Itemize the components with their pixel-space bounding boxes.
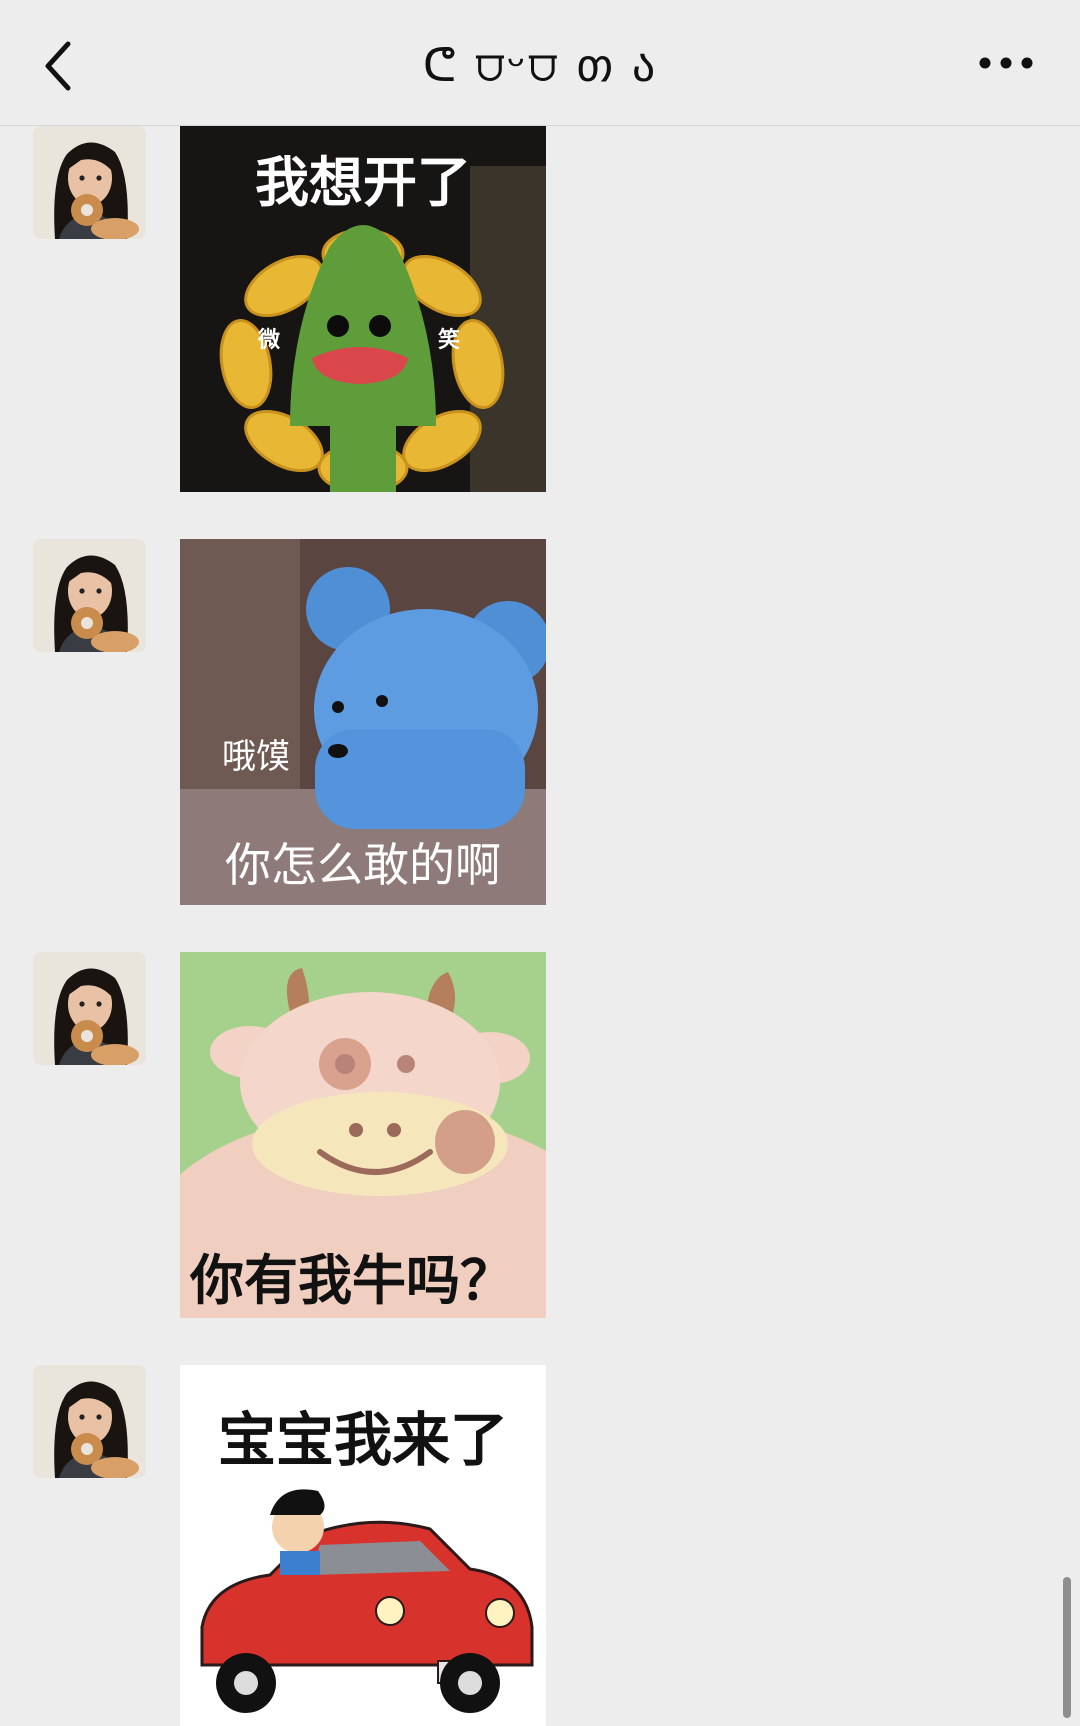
- avatar[interactable]: [33, 126, 146, 239]
- sticker-caption: 你有我牛吗？: [190, 1249, 514, 1312]
- sticker-image[interactable]: 宝宝我来了: [180, 1365, 546, 1726]
- sticker-image[interactable]: 哦馍 你怎么敢的啊: [180, 539, 546, 905]
- sticker-caption: 哦馍: [222, 737, 290, 777]
- sticker-caption: 笑: [438, 328, 461, 353]
- sticker-image[interactable]: 我想开了 微 笑: [180, 126, 546, 492]
- sticker-caption: 宝宝我来了: [217, 1406, 508, 1474]
- scrollbar[interactable]: [1063, 1577, 1071, 1718]
- avatar[interactable]: [33, 539, 146, 652]
- chat-title: ᕦ ⩌ᵕ⩌ თ ა: [422, 38, 658, 92]
- sticker-image[interactable]: 你有我牛吗？: [180, 952, 546, 1318]
- sticker-caption: 你怎么敢的啊: [225, 838, 501, 892]
- sticker-caption: 微: [258, 328, 281, 353]
- avatar[interactable]: [33, 1365, 146, 1478]
- more-dots-icon: [979, 57, 1033, 69]
- sticker-caption: 我想开了: [255, 151, 471, 214]
- avatar[interactable]: [33, 952, 146, 1065]
- more-options-button[interactable]: [976, 48, 1036, 78]
- chat-header: ᕦ ⩌ᵕ⩌ თ ა: [0, 0, 1080, 126]
